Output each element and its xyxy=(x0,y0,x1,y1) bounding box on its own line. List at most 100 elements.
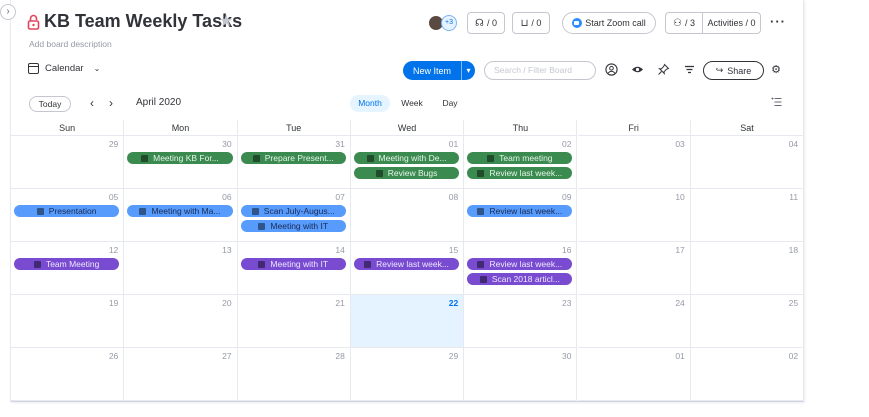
day-cell[interactable]: 26 xyxy=(11,348,125,401)
lock-icon xyxy=(27,14,40,30)
item-icon xyxy=(33,261,41,268)
day-cell[interactable]: 17 xyxy=(577,242,691,295)
event-label: Review Bugs xyxy=(387,168,438,178)
event-label: Review last week... xyxy=(489,168,563,178)
month-label: April 2020 xyxy=(136,97,182,108)
zoom-call-button[interactable]: Start Zoom call xyxy=(562,12,656,34)
mode-week-tab[interactable]: Week xyxy=(394,95,430,112)
mode-month-tab[interactable]: Month xyxy=(350,95,390,112)
star-icon[interactable]: ★ xyxy=(219,14,233,30)
calendar-event[interactable]: Meeting with IT xyxy=(240,258,346,270)
collapse-sidebar-chevron-icon[interactable]: › xyxy=(0,4,16,20)
day-cell[interactable]: 04 xyxy=(690,136,805,189)
inbox-button[interactable]: ⊔ / 0 xyxy=(512,12,550,34)
chevron-down-icon[interactable]: ▾ xyxy=(461,61,475,80)
day-number: 17 xyxy=(675,245,685,255)
day-cell[interactable]: 13 xyxy=(124,242,238,295)
day-cell[interactable]: 19 xyxy=(11,295,125,348)
updates-button[interactable]: ☊ / 0 xyxy=(467,12,505,34)
view-selector[interactable]: Calendar ⌄ xyxy=(28,63,100,74)
day-number: 30 xyxy=(222,139,232,149)
calendar-event[interactable]: Team meeting xyxy=(467,152,573,164)
item-icon xyxy=(258,223,266,230)
day-number: 05 xyxy=(108,192,119,202)
calendar-event[interactable]: Meeting with De... xyxy=(353,152,460,164)
day-cell[interactable]: 03 xyxy=(577,136,691,189)
day-cell[interactable]: 18 xyxy=(690,242,805,295)
event-label: Meeting with IT xyxy=(270,221,329,231)
weekday-header: Sat xyxy=(690,120,805,136)
day-cell[interactable]: 01 xyxy=(577,348,691,401)
calendar-event[interactable]: Review last week... xyxy=(467,205,573,217)
event-label: Meeting KB For... xyxy=(153,153,219,163)
search-input[interactable]: Search / Filter Board xyxy=(484,61,596,80)
event-label: Review last week... xyxy=(376,259,449,269)
members-button[interactable]: ⚇ / 3 xyxy=(665,12,703,34)
item-icon xyxy=(141,155,149,162)
day-number: 02 xyxy=(562,139,572,149)
calendar-event[interactable]: Review last week... xyxy=(467,258,573,270)
day-cell[interactable]: 29 xyxy=(11,136,125,189)
speech-bubble-icon: ☊ xyxy=(475,17,484,29)
filter-icon[interactable] xyxy=(682,63,696,77)
person-icon[interactable] xyxy=(604,63,618,77)
today-button[interactable]: Today xyxy=(29,96,71,112)
day-number: 07 xyxy=(335,192,345,202)
calendar-event[interactable]: Review Bugs xyxy=(353,167,460,179)
day-cell[interactable]: 22 xyxy=(350,295,465,348)
day-cell[interactable]: 25 xyxy=(690,295,805,348)
calendar-event[interactable]: Meeting with IT xyxy=(240,220,346,232)
eye-icon[interactable] xyxy=(630,63,644,77)
day-cell[interactable]: 21 xyxy=(237,295,351,348)
day-cell[interactable]: 23 xyxy=(464,295,578,348)
chevron-left-icon[interactable]: ‹ xyxy=(90,96,94,110)
mode-day-tab[interactable]: Day xyxy=(434,95,466,112)
day-cell[interactable]: 28 xyxy=(237,348,351,401)
day-cell[interactable]: 30 xyxy=(464,348,578,401)
day-cell[interactable]: 10 xyxy=(577,189,691,242)
calendar-event[interactable]: Review last week... xyxy=(467,167,573,179)
share-button[interactable]: ↪ Share xyxy=(703,61,764,80)
weekday-header: Fri xyxy=(577,120,691,136)
item-icon xyxy=(477,261,485,268)
event-label: Meeting with Ma... xyxy=(151,206,221,216)
day-cell[interactable]: 20 xyxy=(124,295,238,348)
item-icon xyxy=(36,208,44,215)
list-icon[interactable] xyxy=(771,97,782,110)
day-number: 31 xyxy=(335,139,345,149)
event-label: Review last week... xyxy=(489,206,563,216)
pin-icon[interactable] xyxy=(656,63,670,77)
board-title[interactable]: KB Team Weekly Tasks xyxy=(44,11,242,32)
day-number: 24 xyxy=(675,298,685,308)
calendar-event[interactable]: Review last week... xyxy=(353,258,460,270)
new-item-button[interactable]: New Item ▾ xyxy=(403,61,475,80)
day-cell[interactable]: 27 xyxy=(124,348,238,401)
calendar-event[interactable]: Scan 2018 articl... xyxy=(467,273,573,285)
day-number: 01 xyxy=(675,351,685,361)
calendar-event[interactable]: Meeting KB For... xyxy=(127,152,233,164)
activities-button[interactable]: Activities / 0 xyxy=(702,12,761,34)
day-number: 25 xyxy=(788,298,799,308)
day-cell[interactable]: 08 xyxy=(350,189,465,242)
avatar-more[interactable]: +3 xyxy=(441,15,457,31)
more-options-icon[interactable]: ··· xyxy=(770,14,786,29)
item-icon xyxy=(258,261,266,268)
calendar-event[interactable]: Presentation xyxy=(14,205,120,217)
calendar-event[interactable]: Prepare Present... xyxy=(240,152,346,164)
item-icon xyxy=(477,208,485,215)
day-cell[interactable]: 11 xyxy=(690,189,805,242)
day-cell[interactable]: 24 xyxy=(577,295,691,348)
gear-icon[interactable]: ⚙ xyxy=(769,63,783,77)
calendar-event[interactable]: Scan July-Augus... xyxy=(240,205,346,217)
day-cell[interactable]: 29 xyxy=(350,348,465,401)
chevron-right-icon[interactable]: › xyxy=(109,96,113,110)
calendar-event[interactable]: Team Meeting xyxy=(14,258,120,270)
zoom-camera-icon xyxy=(572,18,583,28)
day-number: 14 xyxy=(335,245,345,255)
board-description[interactable]: Add board description xyxy=(29,39,112,49)
calendar-event[interactable]: Meeting with Ma... xyxy=(127,205,233,217)
item-icon xyxy=(251,208,259,215)
day-number: 16 xyxy=(562,245,572,255)
day-cell[interactable]: 02 xyxy=(690,348,805,401)
chevron-down-icon: ⌄ xyxy=(93,64,101,73)
